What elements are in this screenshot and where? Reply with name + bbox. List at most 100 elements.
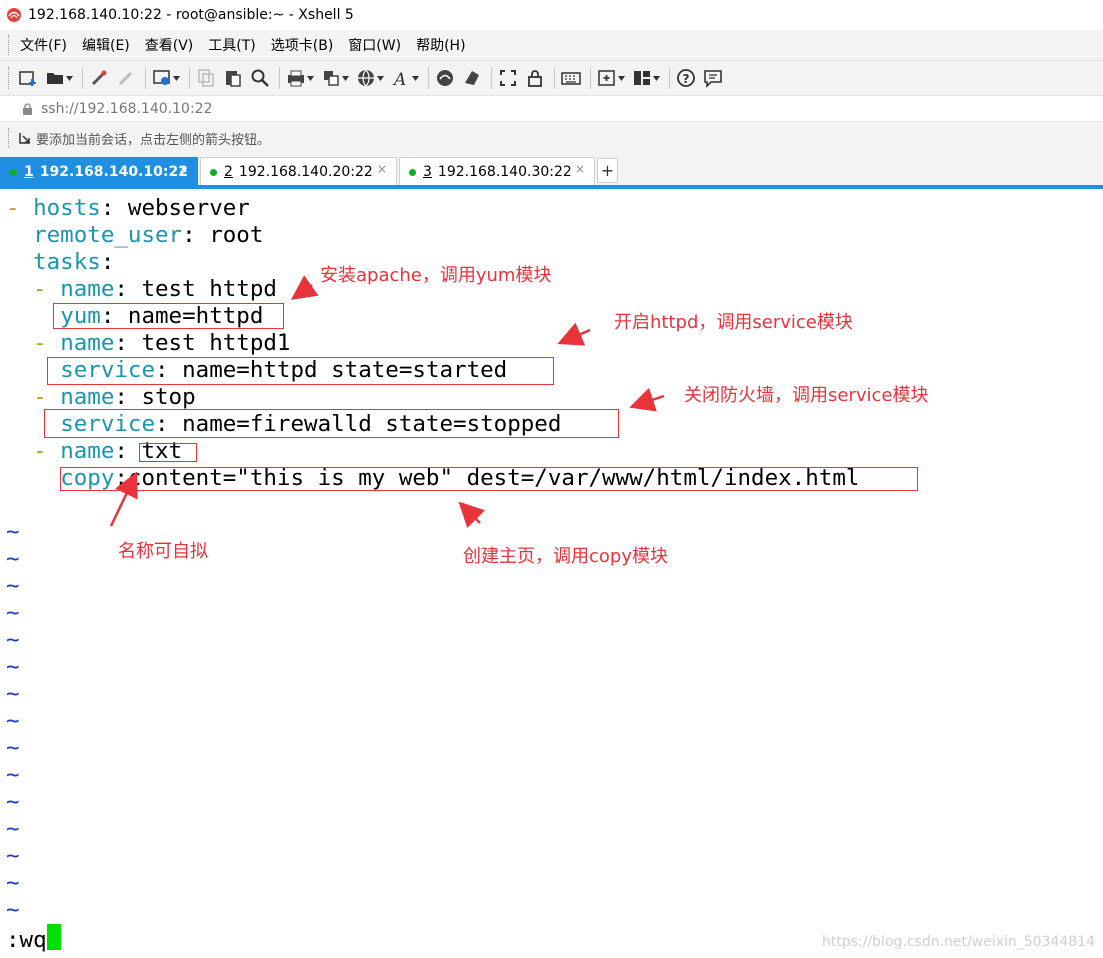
- tab-number: 2: [224, 164, 233, 180]
- menu-edit[interactable]: 编辑(E): [82, 35, 130, 55]
- transfer-icon: [324, 71, 339, 86]
- chevron-down-icon: [411, 68, 419, 88]
- toolbar-separator: [491, 67, 492, 89]
- lock-icon: [528, 70, 542, 87]
- font-button[interactable]: A: [391, 68, 419, 88]
- globe-icon: [358, 69, 374, 87]
- tab-label: 192.168.140.10:22: [39, 164, 188, 180]
- chevron-down-icon: [306, 68, 314, 88]
- menu-view[interactable]: 查看(V): [145, 35, 194, 55]
- xmanager-icon: [465, 71, 479, 85]
- window-title: 192.168.140.10:22 - root@ansible:~ - Xsh…: [28, 7, 354, 23]
- menu-tools[interactable]: 工具(T): [208, 35, 255, 55]
- chevron-down-icon: [376, 68, 384, 88]
- copy-icon: [198, 69, 214, 87]
- open-folder-icon: [47, 73, 63, 84]
- transfer-button[interactable]: [321, 68, 349, 88]
- tab-bar: 1 192.168.140.10:22 × 2 192.168.140.20:2…: [0, 154, 1103, 186]
- copy-button[interactable]: [196, 68, 216, 88]
- toolbar-separator: [669, 67, 670, 89]
- status-dot: [409, 168, 416, 176]
- help-button[interactable]: ?: [676, 68, 696, 88]
- add-session-arrow-icon[interactable]: [18, 131, 32, 145]
- xmanager-button[interactable]: [462, 68, 482, 88]
- chevron-down-icon: [341, 68, 349, 88]
- add-tab-icon: [598, 70, 615, 86]
- arrow-4: [109, 471, 138, 527]
- paste-icon: [226, 71, 241, 87]
- menu-tabs[interactable]: 选项卡(B): [271, 35, 334, 55]
- tab-label: 192.168.140.30:22: [437, 164, 572, 180]
- paste-button[interactable]: [223, 68, 243, 88]
- close-icon[interactable]: ×: [377, 162, 387, 176]
- close-icon[interactable]: ×: [178, 162, 188, 176]
- toolbar-separator: [82, 67, 83, 89]
- font-icon: A: [392, 70, 406, 88]
- svg-text:A: A: [392, 70, 406, 88]
- toolbar-grip: [8, 67, 12, 89]
- disconnect-icon: [118, 71, 133, 86]
- toolbar-separator: [428, 67, 429, 89]
- status-dot: [10, 168, 17, 176]
- disconnect-button[interactable]: [116, 68, 136, 88]
- toolbar-separator: [189, 67, 190, 89]
- new-tab-button[interactable]: +: [597, 158, 618, 183]
- tab-session-3[interactable]: 3 192.168.140.30:22 ×: [399, 157, 595, 186]
- tab-number: 1: [24, 164, 34, 180]
- address-text: ssh://192.168.140.10:22: [41, 100, 213, 117]
- open-button[interactable]: [45, 68, 73, 88]
- help-icon: ?: [677, 69, 695, 87]
- xftp-icon: [437, 70, 453, 86]
- menu-bar: 文件(F) 编辑(E) 查看(V) 工具(T) 选项卡(B) 窗口(W) 帮助(…: [0, 30, 1103, 61]
- address-bar[interactable]: ssh://192.168.140.10:22: [0, 96, 1103, 122]
- toolbar: A ?: [0, 61, 1103, 96]
- print-button[interactable]: [286, 68, 314, 88]
- chevron-down-icon: [172, 68, 180, 88]
- menu-window[interactable]: 窗口(W): [348, 35, 401, 55]
- plus-icon: +: [600, 161, 615, 180]
- connect-icon: [91, 70, 107, 86]
- new-session-icon: [19, 71, 36, 86]
- layout-icon: [634, 71, 650, 85]
- arrow-3: [629, 387, 665, 412]
- menu-help[interactable]: 帮助(H): [416, 35, 465, 55]
- print-icon: [288, 70, 304, 87]
- globe-button[interactable]: [356, 68, 384, 88]
- find-button[interactable]: [250, 68, 270, 88]
- arrow-2: [557, 322, 591, 346]
- chat-icon: [704, 70, 722, 88]
- chevron-down-icon: [652, 68, 660, 88]
- keyboard-icon: [561, 72, 581, 85]
- session-bar: 要添加当前会话，点击左侧的箭头按钮。: [0, 122, 1103, 154]
- tab-label: 192.168.140.20:22: [238, 164, 373, 180]
- title-bar: 192.168.140.10:22 - root@ansible:~ - Xsh…: [0, 0, 1103, 30]
- svg-text:?: ?: [683, 72, 690, 86]
- close-icon[interactable]: ×: [575, 162, 585, 176]
- toolbar-separator: [554, 67, 555, 89]
- chevron-down-icon: [617, 68, 625, 88]
- tab-session-2[interactable]: 2 192.168.140.20:22 ×: [200, 157, 397, 186]
- new-session-button[interactable]: [18, 68, 38, 88]
- menubar-grip: [8, 35, 12, 55]
- sessionbar-grip: [8, 128, 12, 148]
- find-icon: [251, 69, 269, 87]
- tab-number: 3: [423, 164, 432, 180]
- fullscreen-button[interactable]: [498, 68, 518, 88]
- properties-button[interactable]: [152, 68, 180, 88]
- chat-button[interactable]: [703, 68, 723, 88]
- fullscreen-icon: [500, 70, 516, 86]
- connect-button[interactable]: [89, 68, 109, 88]
- toolbar-separator: [279, 67, 280, 89]
- terminal[interactable]: - hosts: webserver remote_user: root tas…: [0, 189, 1103, 958]
- toolbar-separator: [145, 67, 146, 89]
- lock-icon: [23, 102, 32, 115]
- xftp-button[interactable]: [435, 68, 455, 88]
- menu-file[interactable]: 文件(F): [20, 35, 67, 55]
- tab-session-1[interactable]: 1 192.168.140.10:22 ×: [0, 157, 198, 186]
- lock-button[interactable]: [525, 68, 545, 88]
- keyboard-button[interactable]: [561, 68, 581, 88]
- chevron-down-icon: [65, 68, 73, 88]
- layout-button[interactable]: [632, 68, 660, 88]
- add-tab-button[interactable]: [597, 68, 625, 88]
- arrow-5: [458, 501, 485, 528]
